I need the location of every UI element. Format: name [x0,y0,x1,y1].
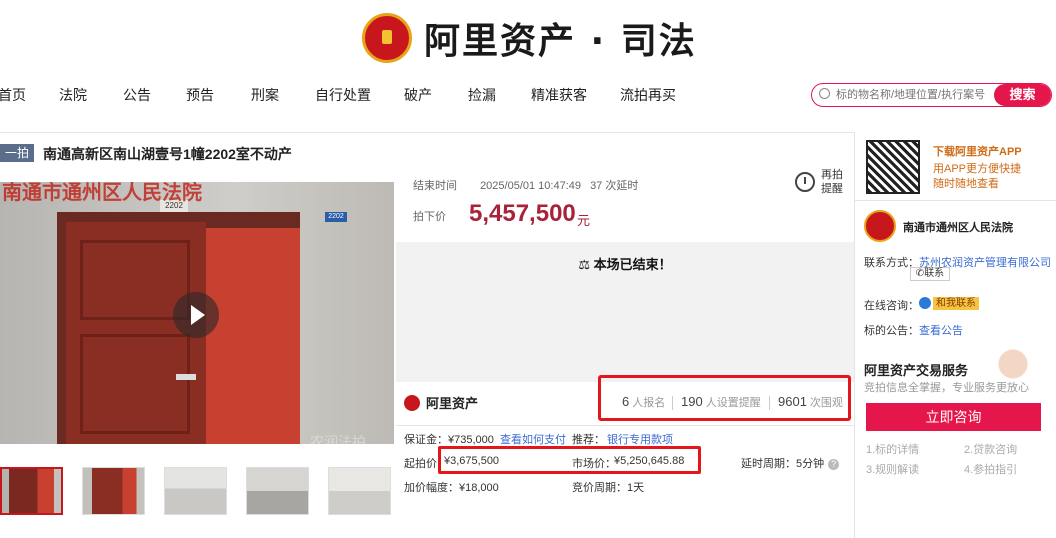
nav-precision[interactable]: 精准获客 [531,85,587,105]
online-consult-label: 在线咨询： [864,300,919,312]
divider [396,425,854,426]
thumbnail-strip [0,467,394,517]
nav-bankruptcy[interactable]: 破产 [404,85,432,105]
view-stat: 9601 次围观 [778,394,843,409]
auction-ended-panel: ⚖ 本场已结束！ [396,242,854,382]
download-app-title[interactable]: 下载阿里资产APP [933,143,1022,159]
item-title: 南通高新区南山湖壹号1幢2202室不动产 [43,146,292,162]
nav-rebuy[interactable]: 流拍再买 [620,85,676,105]
court-name[interactable]: 南通市通州区人民法院 [903,219,1013,235]
thumbnail[interactable] [164,467,227,515]
delay-period: 延时周期：5分钟? [741,455,840,471]
thumbnail[interactable] [328,467,391,515]
photo-seal-notice [206,228,300,444]
start-price-label: 起拍价 [404,458,437,470]
alibaba-icon [404,394,420,411]
search-input[interactable] [836,86,996,104]
signup-stat: 6 人报名 [622,394,666,409]
brand-logo[interactable]: 阿里资产 · 司法 [362,12,697,64]
consult-button[interactable]: 立即咨询 [866,403,1041,431]
tip-item[interactable]: 4.参拍指引 [964,461,1017,477]
contact-row: 联系方式：苏州农润资产管理有限公司 [864,257,1051,269]
start-price: ¥3,675,500 [444,455,500,467]
market-price: ¥5,250,645.88 [614,455,685,467]
end-time-row: 结束时间 2025/05/01 10:47:49 37 次延时 [413,177,638,193]
photo-court-text: 南通市通州区人民法院 [2,182,202,204]
photo-door-handle [176,374,196,380]
platform-logo: 阿里资产 [404,393,478,412]
contact-button[interactable]: ✆联系 [910,267,950,281]
auction-round-badge: 一拍 [0,144,34,162]
bid-period: 竞价周期：1天 [572,482,645,494]
price-label: 拍下价 [413,211,446,223]
end-time-label: 结束时间 [413,180,457,192]
nav-home[interactable]: 首页 [0,85,26,105]
contact-me-button[interactable]: 和我联系 [933,297,979,310]
delay-count: 37 次延时 [590,180,639,192]
app-qr-code [866,140,920,194]
thumbnail[interactable] [246,467,309,515]
bank-account-link[interactable]: 银行专用款项 [607,431,673,447]
tip-item[interactable]: 3.规则解读 [866,461,919,477]
view-notice-link[interactable]: 查看公告 [919,325,963,337]
market-price-label: 市场价： [572,458,616,470]
thumbnail[interactable] [82,467,145,515]
deposit: 保证金：¥735,000 [404,434,494,446]
nav-bargain[interactable]: 捡漏 [468,85,496,105]
recommend-label: 推荐： [572,434,605,446]
tip-item[interactable]: 1.标的详情 [866,441,919,457]
service-title: 阿里资产交易服务 [864,363,969,378]
auction-ended-message: ⚖ 本场已结束！ [578,257,672,272]
final-price: 5,457,500 [469,200,576,227]
brand-title: 阿里资产 · 司法 [424,21,697,62]
help-icon[interactable]: ? [828,459,840,470]
increment: 加价幅度：¥18,000 [404,482,499,494]
photo-watermark: 农润法拍 [310,434,366,444]
nav-self-disposal[interactable]: 自行处置 [315,85,371,105]
divider [0,132,854,133]
site-header: 阿里资产 · 司法 [0,0,1056,75]
stat-separator [769,396,770,410]
photo-room-plate: 2202 [325,212,347,222]
tip-item[interactable]: 2.贷款咨询 [964,441,1017,457]
service-subtitle: 竞拍信息全掌握，专业服务更放心 [864,382,1029,394]
notice-row: 标的公告：查看公告 [864,325,963,337]
nav-court[interactable]: 法院 [59,85,87,105]
alarm-clock-icon [795,172,815,192]
chat-icon [919,297,931,309]
court-emblem-icon [864,210,896,242]
item-photo[interactable]: 2202 2202 南通市通州区人民法院 农润法拍 [0,182,394,444]
price-currency: 元 [577,213,591,228]
nav-preview[interactable]: 预告 [186,85,214,105]
end-time-value: 2025/05/01 10:47:49 [480,180,581,192]
court-emblem-icon [362,13,412,63]
stat-separator [672,396,673,410]
search-button[interactable]: 搜索 [994,84,1051,106]
nav-notice[interactable]: 公告 [123,85,151,105]
remind-label: 再拍提醒 [821,169,843,195]
reminder-stat: 190 人设置提醒 [681,394,761,409]
search-box: 搜索 [811,83,1052,107]
search-icon [819,88,830,99]
how-to-pay-link[interactable]: 查看如何支付 [500,431,566,447]
photo-door-panel [80,334,190,434]
divider [855,200,1056,201]
download-app-sub: 用APP更方便快捷 随时随地查看 [933,163,1022,190]
gavel-icon: ⚖ [578,257,594,272]
nav-criminal[interactable]: 刑案 [251,85,279,105]
thumbnail[interactable] [0,467,63,515]
phone-icon: ✆ [915,268,925,279]
platform-name: 阿里资产 [426,396,479,411]
play-icon[interactable] [173,292,219,338]
remind-button[interactable]: 再拍提醒 [795,166,847,198]
